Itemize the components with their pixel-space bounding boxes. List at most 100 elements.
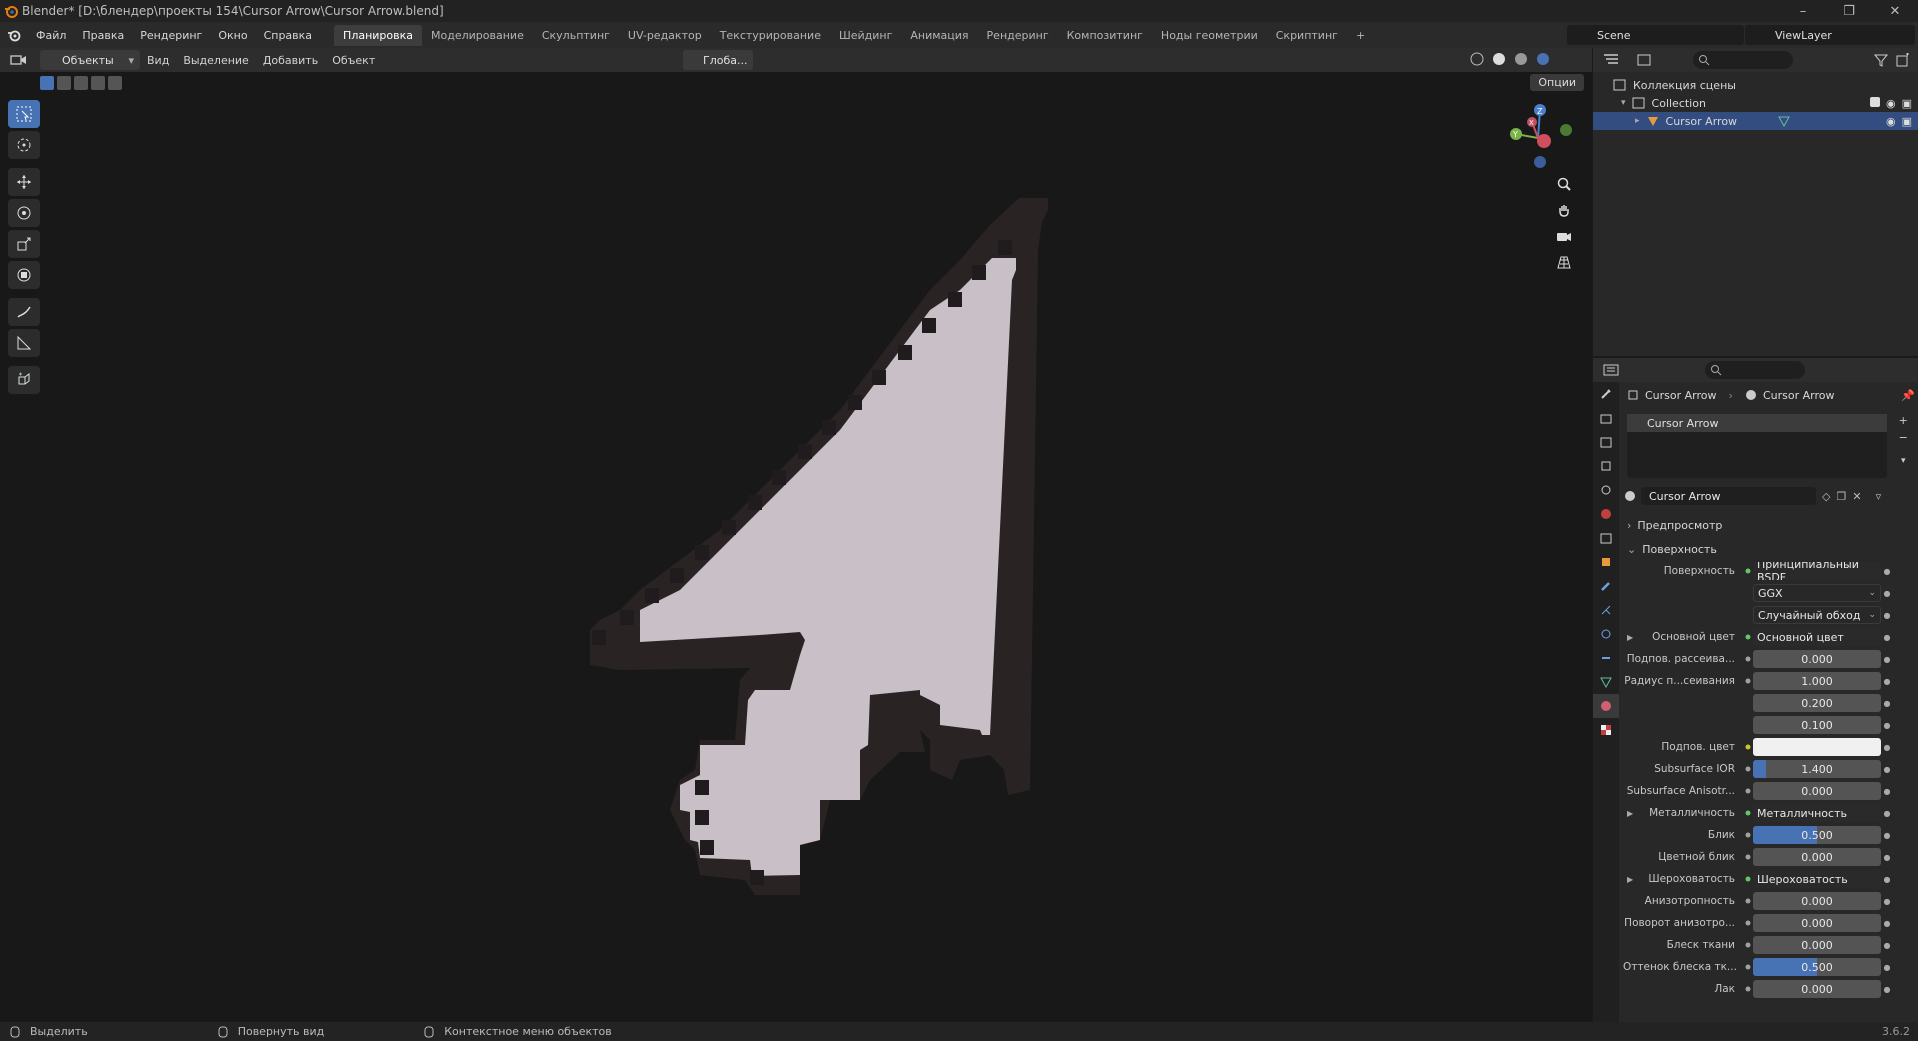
scene-selector[interactable]: Scene	[1567, 25, 1744, 45]
data-tab-icon[interactable]	[1593, 670, 1619, 694]
minimize-button[interactable]: –	[1780, 0, 1826, 22]
value-field[interactable]: Принципиальный BSDF	[1753, 562, 1881, 580]
perspective-toggle-icon[interactable]	[1551, 250, 1577, 274]
remove-slot-button[interactable]: −	[1899, 431, 1908, 444]
menu-select[interactable]: Выделение	[176, 54, 256, 67]
value-field[interactable]: 0.000	[1753, 650, 1881, 668]
solid-shading-icon[interactable]	[1492, 52, 1506, 69]
socket-dot-icon[interactable]	[1743, 876, 1753, 882]
texture-tab-icon[interactable]	[1593, 718, 1619, 742]
render-tab-icon[interactable]	[1593, 406, 1619, 430]
outliner-collection[interactable]: ▾ Collection ◉ ▣	[1593, 94, 1918, 112]
exclude-checkbox[interactable]	[1869, 96, 1880, 107]
preview-panel-header[interactable]: › Предпросмотр	[1623, 514, 1915, 536]
tab-sculpting[interactable]: Скульптинг	[533, 25, 619, 46]
wireframe-shading-icon[interactable]	[1470, 52, 1484, 69]
surface-panel-header[interactable]: ⌄ Поверхность	[1623, 538, 1915, 560]
keyframe-dot-icon[interactable]: ●	[1881, 611, 1893, 620]
keyframe-dot-icon[interactable]: ●	[1881, 633, 1893, 642]
socket-dot-icon[interactable]	[1743, 568, 1753, 574]
value-field[interactable]: 1.400	[1753, 760, 1881, 778]
filter-icon[interactable]	[1873, 53, 1889, 70]
socket-dot-icon[interactable]	[1743, 634, 1753, 640]
socket-dot-icon[interactable]	[1743, 678, 1753, 684]
unlink-material-icon[interactable]: ✕	[1852, 490, 1861, 503]
transform-orientation-selector[interactable]: Глоба...	[683, 50, 753, 70]
annotate-tool[interactable]	[8, 298, 40, 326]
blender-menu-icon[interactable]	[0, 28, 28, 42]
expand-arrow-icon[interactable]: ▶	[1627, 875, 1633, 884]
pan-hand-icon[interactable]	[1551, 198, 1577, 222]
keyframe-dot-icon[interactable]: ●	[1881, 897, 1893, 906]
menu-file[interactable]: Файл	[28, 29, 74, 42]
add-slot-button[interactable]: +	[1899, 414, 1908, 427]
move-tool[interactable]	[8, 168, 40, 196]
socket-dot-icon[interactable]	[1743, 766, 1753, 772]
maximize-button[interactable]: ❐	[1826, 0, 1872, 22]
keyframe-dot-icon[interactable]: ●	[1881, 787, 1893, 796]
value-field[interactable]: 0.000	[1753, 848, 1881, 866]
output-tab-icon[interactable]	[1593, 430, 1619, 454]
select-box-tool[interactable]	[8, 100, 40, 128]
keyframe-dot-icon[interactable]: ●	[1881, 721, 1893, 730]
value-field[interactable]: 0.000	[1753, 892, 1881, 910]
keyframe-dot-icon[interactable]: ●	[1881, 677, 1893, 686]
value-field[interactable]: 0.200	[1753, 694, 1881, 712]
display-mode-icon[interactable]	[1637, 53, 1653, 70]
fake-user-shield-icon[interactable]: ◇	[1822, 490, 1830, 503]
keyframe-dot-icon[interactable]: ●	[1881, 809, 1893, 818]
properties-search-input[interactable]	[1705, 361, 1805, 379]
slot-specials-button[interactable]: ▾	[1901, 456, 1906, 466]
zoom-icon[interactable]	[1551, 172, 1577, 196]
collapse-arrow-icon[interactable]: ▾	[1621, 98, 1626, 108]
rendered-shading-icon[interactable]	[1536, 52, 1550, 69]
tab-compositing[interactable]: Композитинг	[1058, 25, 1152, 46]
value-field[interactable]: 1.000	[1753, 672, 1881, 690]
expand-arrow-icon[interactable]: ▶	[1627, 809, 1633, 818]
close-window-button[interactable]: ✕	[1872, 0, 1918, 22]
add-workspace-button[interactable]: +	[1347, 25, 1374, 46]
value-field[interactable]: 0.000	[1753, 914, 1881, 932]
scale-tool[interactable]	[8, 230, 40, 258]
tool-tab-icon[interactable]	[1593, 382, 1619, 406]
keyframe-dot-icon[interactable]: ●	[1881, 765, 1893, 774]
tab-layout[interactable]: Планировка	[334, 24, 423, 46]
new-collection-icon[interactable]	[1896, 52, 1910, 70]
camera-view-icon[interactable]	[1551, 224, 1577, 248]
cursor-tool[interactable]	[8, 131, 40, 159]
tab-scripting[interactable]: Скриптинг	[1267, 25, 1347, 46]
value-field[interactable]: Металличность	[1753, 804, 1881, 822]
particles-tab-icon[interactable]	[1593, 598, 1619, 622]
outliner-search-input[interactable]	[1693, 51, 1793, 69]
keyframe-dot-icon[interactable]: ●	[1881, 963, 1893, 972]
object-visibility-eye-icon[interactable]: ◉	[1886, 115, 1896, 128]
material-shading-icon[interactable]	[1514, 52, 1528, 69]
rotate-tool[interactable]	[8, 199, 40, 227]
value-field[interactable]: 0.100	[1753, 716, 1881, 734]
menu-object[interactable]: Объект	[325, 54, 382, 67]
socket-dot-icon[interactable]	[1743, 656, 1753, 662]
expand-arrow-icon[interactable]: ▸	[1635, 116, 1640, 126]
menu-edit[interactable]: Правка	[74, 29, 132, 42]
menu-help[interactable]: Справка	[256, 29, 320, 42]
menu-render[interactable]: Рендеринг	[132, 29, 210, 42]
socket-dot-icon[interactable]	[1743, 788, 1753, 794]
tab-animation[interactable]: Анимация	[901, 25, 977, 46]
3d-viewport[interactable]: Опции Z Y X	[0, 72, 1592, 1022]
keyframe-dot-icon[interactable]: ●	[1881, 589, 1893, 598]
object-render-camera-icon[interactable]: ▣	[1902, 115, 1912, 128]
socket-dot-icon[interactable]	[1743, 964, 1753, 970]
socket-dot-icon[interactable]	[1743, 942, 1753, 948]
keyframe-dot-icon[interactable]: ●	[1881, 699, 1893, 708]
view-layer-tab-icon[interactable]	[1593, 454, 1619, 478]
modifier-tab-icon[interactable]	[1593, 574, 1619, 598]
pin-icon[interactable]: 📌	[1901, 389, 1915, 402]
socket-dot-icon[interactable]	[1743, 986, 1753, 992]
material-tab-icon[interactable]	[1593, 694, 1619, 718]
keyframe-dot-icon[interactable]: ●	[1881, 655, 1893, 664]
keyframe-dot-icon[interactable]: ●	[1881, 743, 1893, 752]
outliner-scene-collection[interactable]: Коллекция сцены	[1593, 76, 1918, 94]
dropdown-field[interactable]: GGX ⌄	[1753, 584, 1881, 602]
dropdown-field[interactable]: Случайный обход ⌄	[1753, 606, 1881, 624]
add-cube-tool[interactable]	[8, 366, 40, 394]
